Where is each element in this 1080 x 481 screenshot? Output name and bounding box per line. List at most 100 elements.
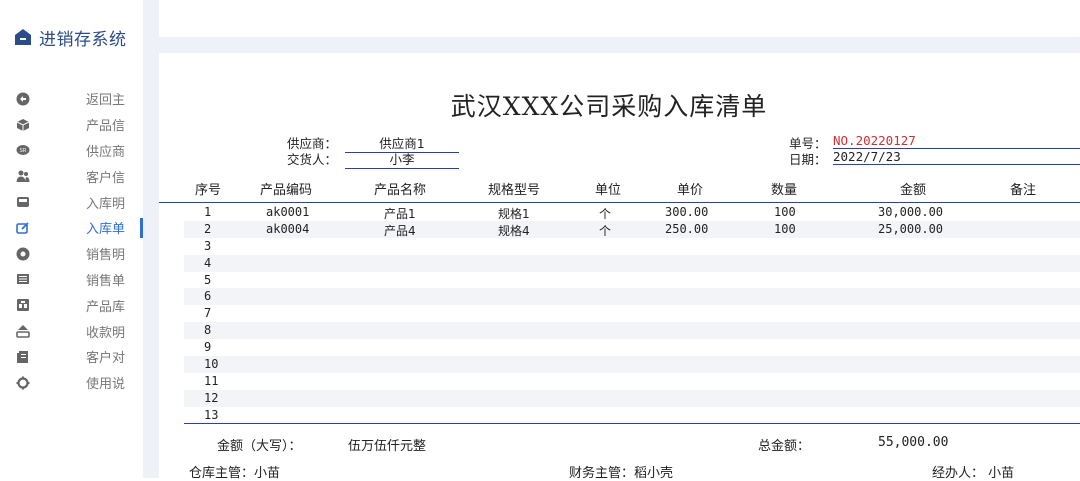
sidebar-item-label: 客户对 <box>86 351 126 367</box>
cell-spec: 规格4 <box>498 223 530 238</box>
home-icon <box>15 29 31 45</box>
sidebar-item-sales-detail[interactable]: 销售明 <box>0 241 143 267</box>
sidebar-item-label: 返回主 <box>86 93 126 109</box>
sidebar: 进销存系统 返回主 产品信 SR 供应商 客户信 入库明 入库单 销售明 销售单… <box>0 0 143 478</box>
sidebar-item-product-info[interactable]: 产品信 <box>0 112 143 138</box>
table-header: 序号 产品编码 产品名称 规格型号 单位 单价 数量 金额 备注 <box>159 176 1080 203</box>
document-icon <box>16 350 30 364</box>
finance-supervisor: 财务主管：稻小壳 <box>569 466 674 481</box>
sidebar-item-help[interactable]: 使用说 <box>0 370 143 396</box>
row-number: 5 <box>204 272 212 287</box>
cell-amount: 25,000.00 <box>878 221 944 236</box>
cell-name: 产品1 <box>384 207 416 221</box>
sidebar-item-label: 使用说 <box>86 377 126 393</box>
row-number: 9 <box>204 340 212 355</box>
inbox-icon <box>16 195 30 209</box>
back-icon <box>16 92 30 106</box>
scale-icon <box>16 324 30 338</box>
sidebar-divider <box>143 0 159 478</box>
sidebar-item-label: 销售明 <box>86 248 126 264</box>
total-amount-label: 总金额： <box>758 439 811 454</box>
box-icon <box>16 118 30 132</box>
app-title: 进销存系统 <box>39 29 127 50</box>
gear-icon <box>16 376 30 390</box>
table-row[interactable]: 7 <box>184 305 1080 323</box>
table-row[interactable]: 2 ak0004 产品4 规格4 个 250.00 100 25,000.00 <box>184 220 1080 238</box>
warehouse-icon <box>16 298 30 312</box>
cell-price: 250.00 <box>665 221 709 236</box>
sidebar-item-customer-info[interactable]: 客户信 <box>0 163 143 189</box>
order-number-field[interactable]: NO.20220127 <box>833 133 1080 149</box>
sidebar-item-label: 产品信 <box>86 119 126 135</box>
supplier-icon: SR <box>16 143 30 157</box>
cell-price: 300.00 <box>665 205 709 219</box>
row-number: 12 <box>204 390 219 405</box>
cell-qty: 100 <box>774 221 796 236</box>
table-row[interactable]: 5 <box>184 271 1080 289</box>
table-body: 1 ak0001 产品1 规格1 个 300.00 100 30,000.00 … <box>184 204 1080 424</box>
column-header: 产品名称 <box>374 183 427 198</box>
tag-icon <box>16 247 30 261</box>
cell-amount: 30,000.00 <box>878 205 944 219</box>
sidebar-item-customer-reconcile[interactable]: 客户对 <box>0 344 143 370</box>
svg-text:SR: SR <box>20 148 27 154</box>
row-number: 7 <box>204 306 212 321</box>
sidebar-item-sales-order[interactable]: 销售单 <box>0 267 143 293</box>
sidebar-item-inbound-detail[interactable]: 入库明 <box>0 189 143 215</box>
deliverer-field[interactable]: 小李 <box>345 149 459 169</box>
row-number: 2 <box>204 221 212 236</box>
sidebar-item-payment-detail[interactable]: 收款明 <box>0 318 143 344</box>
sidebar-item-label: 供应商 <box>86 144 126 160</box>
column-header: 单价 <box>677 183 704 198</box>
total-amount-value: 55,000.00 <box>878 435 949 450</box>
row-number: 6 <box>204 289 212 304</box>
column-header: 金额 <box>900 183 927 198</box>
purchase-receipt-sheet: 武汉XXX公司采购入库清单 供应商： 供应商1 交货人： 小李 单号： NO.2… <box>159 53 1080 481</box>
table-row[interactable]: 1 ak0001 产品1 规格1 个 300.00 100 30,000.00 <box>184 204 1080 221</box>
sidebar-item-back[interactable]: 返回主 <box>0 86 143 112</box>
column-header: 序号 <box>195 183 222 198</box>
table-row[interactable]: 10 <box>184 356 1080 373</box>
cell-name: 产品4 <box>384 223 416 238</box>
table-row[interactable]: 13 <box>184 406 1080 424</box>
sidebar-item-label: 入库单 <box>86 222 126 238</box>
table-bottom-rule <box>184 423 1080 424</box>
table-row[interactable]: 11 <box>184 372 1080 390</box>
page-title: 武汉XXX公司采购入库清单 <box>450 92 768 121</box>
cell-code: ak0004 <box>266 221 310 236</box>
list-icon <box>16 272 30 286</box>
sidebar-item-supplier[interactable]: SR 供应商 <box>0 138 143 164</box>
column-header: 备注 <box>1010 183 1037 198</box>
column-header: 产品编码 <box>260 183 313 198</box>
table-row[interactable]: 6 <box>184 288 1080 306</box>
column-header: 单位 <box>595 183 622 198</box>
row-number: 3 <box>204 238 212 253</box>
amount-words-label: 金额（大写）： <box>217 439 302 454</box>
row-number: 4 <box>204 255 212 270</box>
cell-unit: 个 <box>599 207 612 221</box>
column-header: 数量 <box>771 183 798 198</box>
app-logo[interactable]: 进销存系统 <box>14 24 127 50</box>
table-row[interactable]: 4 <box>184 254 1080 272</box>
deliverer-label: 交货人： <box>287 152 338 167</box>
cell-unit: 个 <box>599 223 612 238</box>
sidebar-nav: 返回主 产品信 SR 供应商 客户信 入库明 入库单 销售明 销售单 产品库 收… <box>0 86 143 396</box>
date-label: 日期： <box>789 152 827 167</box>
table-row[interactable]: 9 <box>184 339 1080 357</box>
cell-qty: 100 <box>774 205 796 219</box>
amount-words-value: 伍万伍仟元整 <box>348 439 427 454</box>
row-number: 10 <box>204 357 219 372</box>
column-header: 规格型号 <box>488 183 541 198</box>
date-field[interactable]: 2022/7/23 <box>833 149 1080 165</box>
warehouse-supervisor: 仓库主管：小苗 <box>189 466 281 481</box>
row-number: 13 <box>204 407 219 422</box>
users-icon <box>16 169 30 183</box>
sidebar-item-inbound-order[interactable]: 入库单 <box>0 215 143 241</box>
handler: 经办人： 小苗 <box>932 466 1015 481</box>
sidebar-item-inventory[interactable]: 产品库 <box>0 292 143 318</box>
edit-icon <box>16 221 30 235</box>
table-row[interactable]: 8 <box>184 322 1080 340</box>
table-row[interactable]: 3 <box>184 237 1080 255</box>
table-row[interactable]: 12 <box>184 389 1080 407</box>
row-number: 11 <box>204 373 219 388</box>
